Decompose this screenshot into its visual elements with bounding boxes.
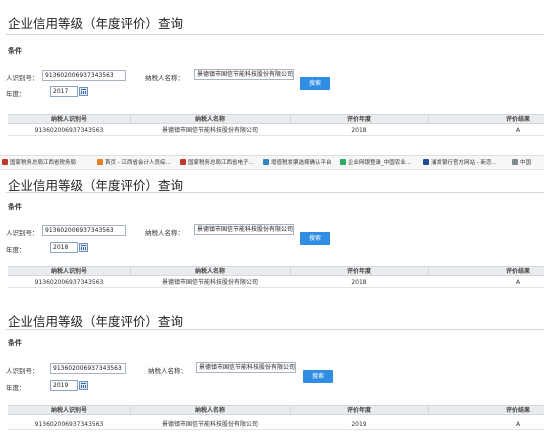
bookmark-favicon-icon xyxy=(340,159,346,165)
taxpayer-name-field[interactable]: 景德镇市国信节能科技股份有限公司 xyxy=(194,224,294,235)
column-header-taxpayer-name: 纳税人名称 xyxy=(194,116,225,123)
title-divider xyxy=(6,329,544,330)
column-header-taxpayer-name: 纳税人名称 xyxy=(194,268,225,275)
year-label: 年度： xyxy=(6,90,26,98)
cell-taxpayer-name: 景德镇市国信节能科技股份有限公司 xyxy=(161,279,258,286)
bookmark-favicon-icon xyxy=(97,159,103,165)
column-header-taxpayer-id: 纳税人识别号 xyxy=(50,268,87,275)
bookmark-favicon-icon xyxy=(2,159,8,165)
bookmark-item[interactable]: 国家税务总局江西省税务局 xyxy=(2,159,76,167)
title-divider xyxy=(6,192,544,193)
table-row: 913602006937343563 景德镇市国信节能科技股份有限公司 2018… xyxy=(8,126,544,136)
table-header: 纳税人识别号 纳税人名称 评价年度 评价结果 xyxy=(8,405,544,415)
cell-taxpayer-id: 913602006937343563 xyxy=(34,127,104,134)
cell-taxpayer-name: 景德镇市国信节能科技股份有限公司 xyxy=(161,127,258,134)
taxpayer-id-label: 人识别号： xyxy=(6,74,39,82)
bookmark-label: 国家税务总局江西省税务局 xyxy=(10,160,77,166)
year-label: 年度： xyxy=(6,246,26,254)
cell-taxpayer-id: 913602006937343563 xyxy=(34,421,104,428)
cell-taxpayer-name: 景德镇市国信节能科技股份有限公司 xyxy=(161,421,258,428)
title-divider xyxy=(6,34,544,35)
year-field[interactable]: 2017 xyxy=(50,86,78,97)
taxpayer-name-label: 纳税人名称： xyxy=(148,367,187,375)
column-header-taxpayer-id: 纳税人识别号 xyxy=(50,116,87,123)
bookmark-item[interactable]: 中国 xyxy=(512,159,531,167)
table-row: 913602006937343563 景德镇市国信节能科技股份有限公司 2018… xyxy=(8,278,544,288)
bookmarks-bar: 国家税务总局江西省税务局 首页 - 江西省会计人员综... 国家税务总局江西省电… xyxy=(0,155,544,170)
page-title: 企业信用等级（年度评价）查询 xyxy=(8,16,184,31)
table-header: 纳税人识别号 纳税人名称 评价年度 评价结果 xyxy=(8,114,544,124)
column-header-result: 评价结果 xyxy=(505,268,530,275)
cell-taxpayer-id: 913602006937343563 xyxy=(34,279,104,286)
bookmark-label: 中国 xyxy=(520,160,532,166)
taxpayer-id-label: 人识别号： xyxy=(6,229,39,237)
cell-year: 2019 xyxy=(351,421,367,428)
cell-result: A xyxy=(515,127,521,134)
taxpayer-name-label: 纳税人名称： xyxy=(145,229,184,237)
table-row: 913602006937343563 景德镇市国信节能科技股份有限公司 2019… xyxy=(8,420,544,430)
cell-result: A xyxy=(515,279,521,286)
search-button[interactable]: 搜索 xyxy=(300,77,330,90)
cell-year: 2018 xyxy=(351,127,367,134)
bookmark-label: 增值税发票选择确认平台 xyxy=(271,160,332,166)
condition-label: 条件 xyxy=(8,339,22,347)
bookmark-label: 国家税务总局江西省电子... xyxy=(188,160,254,166)
bookmark-item[interactable]: 增值税发票选择确认平台 xyxy=(263,159,332,167)
search-button[interactable]: 搜索 xyxy=(300,232,330,245)
bookmark-label: 浦发银行官方网站 - 新恋... xyxy=(431,160,497,166)
column-header-year: 评价年度 xyxy=(346,116,371,123)
cell-year: 2018 xyxy=(351,279,367,286)
calendar-icon[interactable] xyxy=(79,243,88,252)
bookmark-favicon-icon xyxy=(180,159,186,165)
year-field[interactable]: 2018 xyxy=(50,242,78,253)
bookmark-favicon-icon xyxy=(512,159,518,165)
condition-label: 条件 xyxy=(8,47,22,55)
bookmark-label: 首页 - 江西省会计人员综... xyxy=(105,160,171,166)
taxpayer-name-field[interactable]: 景德镇市国信节能科技股份有限公司 xyxy=(196,362,296,373)
column-header-year: 评价年度 xyxy=(346,268,371,275)
column-header-taxpayer-id: 纳税人识别号 xyxy=(50,407,87,414)
query-panel-1: 企业信用等级（年度评价）查询 条件 人识别号： 9136020069373435… xyxy=(0,0,544,150)
bookmark-favicon-icon xyxy=(263,159,269,165)
calendar-icon[interactable] xyxy=(79,87,88,96)
bookmark-favicon-icon xyxy=(423,159,429,165)
column-header-result: 评价结果 xyxy=(505,116,530,123)
taxpayer-id-field[interactable]: 913602006937343563 xyxy=(50,363,126,374)
taxpayer-id-field[interactable]: 913602006937343563 xyxy=(42,70,126,81)
taxpayer-name-label: 纳税人名称： xyxy=(145,74,184,82)
taxpayer-id-label: 人识别号： xyxy=(6,367,39,375)
taxpayer-id-field[interactable]: 913602006937343563 xyxy=(42,225,126,236)
column-header-result: 评价结果 xyxy=(505,407,530,414)
bookmark-item[interactable]: 浦发银行官方网站 - 新恋... xyxy=(423,159,497,167)
calendar-icon[interactable] xyxy=(79,381,88,390)
column-header-year: 评价年度 xyxy=(346,407,371,414)
bookmark-item[interactable]: 国家税务总局江西省电子... xyxy=(180,159,254,167)
bookmark-item[interactable]: 首页 - 江西省会计人员综... xyxy=(97,159,171,167)
year-label: 年度： xyxy=(6,384,26,392)
year-field[interactable]: 2019 xyxy=(50,380,78,391)
taxpayer-name-field[interactable]: 景德镇市国信节能科技股份有限公司 xyxy=(194,69,294,80)
query-panel-3: 企业信用等级（年度评价）查询 条件 人识别号： 9136020069373435… xyxy=(0,305,544,448)
search-button[interactable]: 搜索 xyxy=(303,370,333,383)
table-header: 纳税人识别号 纳税人名称 评价年度 评价结果 xyxy=(8,266,544,276)
cell-result: A xyxy=(515,421,521,428)
page-title: 企业信用等级（年度评价）查询 xyxy=(8,314,184,329)
bookmark-item[interactable]: 企业网银登录_中国农业... xyxy=(340,159,411,167)
condition-label: 条件 xyxy=(8,203,22,211)
query-panel-2: 企业信用等级（年度评价）查询 条件 人识别号： 9136020069373435… xyxy=(0,170,544,305)
column-header-taxpayer-name: 纳税人名称 xyxy=(194,407,225,414)
bookmark-label: 企业网银登录_中国农业... xyxy=(348,160,411,166)
